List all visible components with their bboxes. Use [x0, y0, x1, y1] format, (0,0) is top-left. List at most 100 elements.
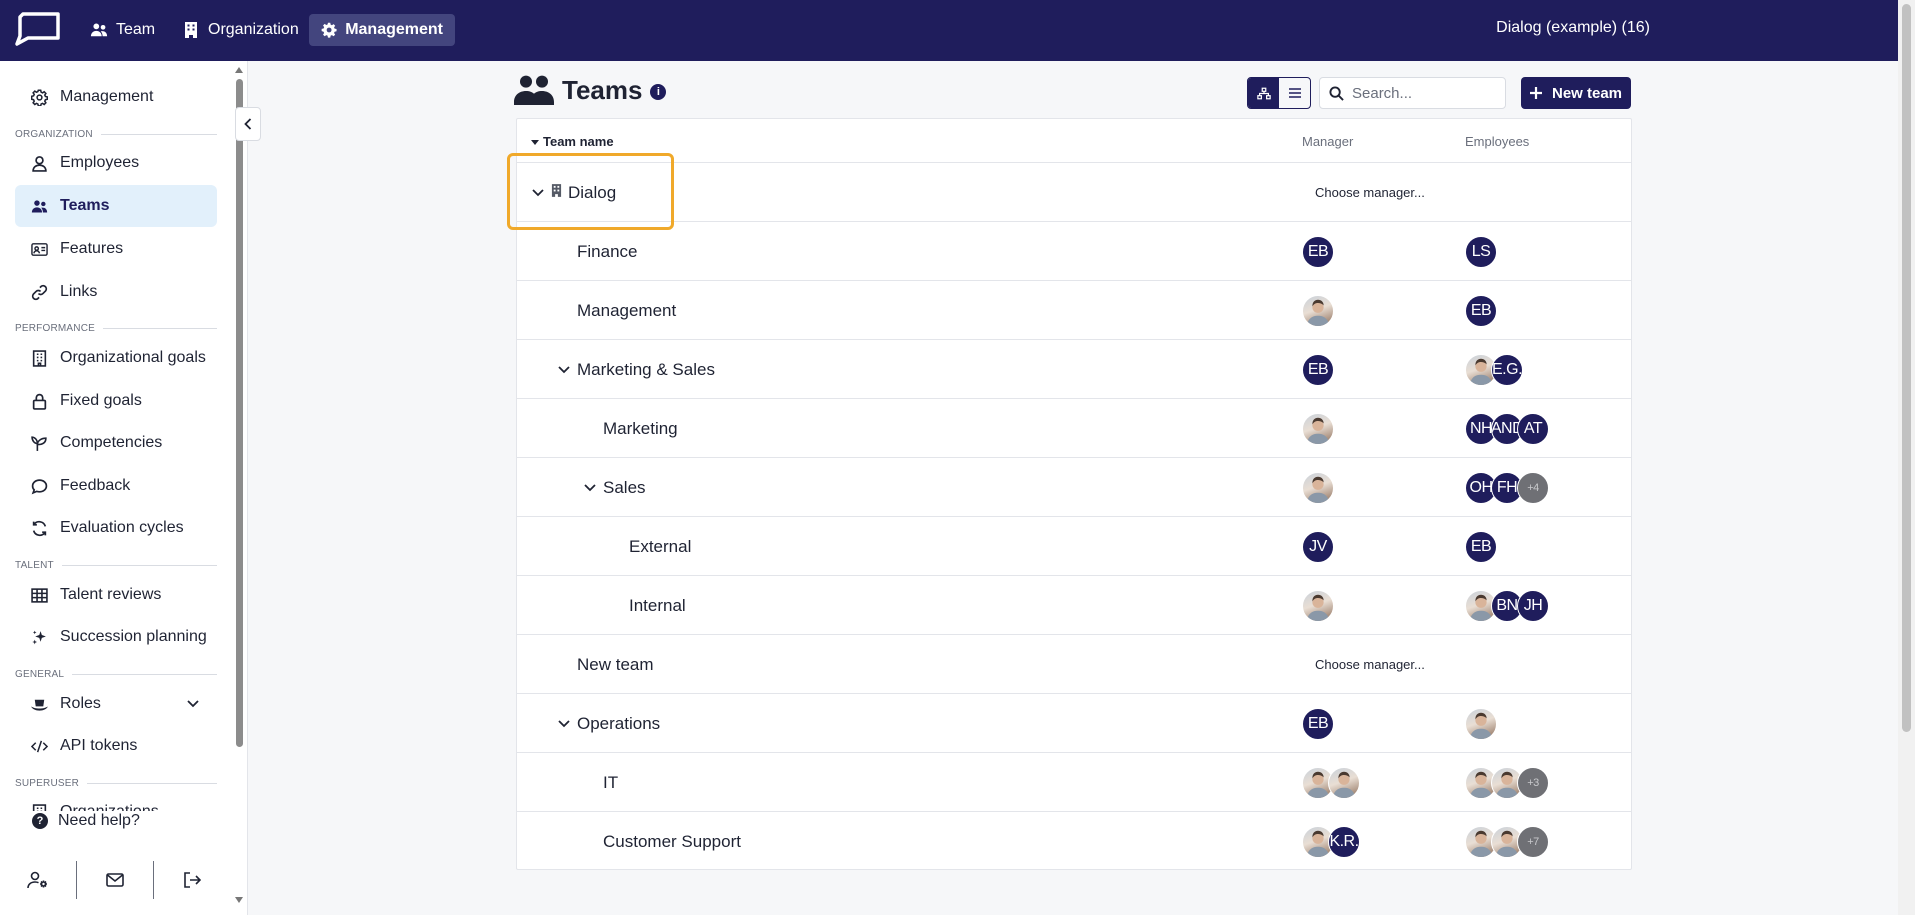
avatar-photo[interactable]	[1302, 413, 1334, 445]
team-name-cell: New team	[577, 655, 654, 675]
table-row[interactable]: Customer Support K.R. +7	[517, 812, 1631, 871]
avatar-photo[interactable]	[1302, 590, 1334, 622]
sidebar-item-teams[interactable]: Teams	[15, 185, 217, 227]
manager-avatars	[1302, 472, 1334, 504]
table-row[interactable]: Marketing & Sales EB E.G.	[517, 340, 1631, 399]
sidebar-item-competencies[interactable]: Competencies	[15, 422, 217, 464]
messages-button[interactable]	[77, 861, 153, 899]
user-settings-button[interactable]	[0, 861, 76, 899]
employee-avatars: +7	[1465, 826, 1549, 858]
chevron-down-icon[interactable]	[557, 363, 571, 377]
team-name[interactable]: Internal	[629, 596, 686, 616]
nav-organization[interactable]: Organization	[170, 14, 311, 46]
team-name-cell: Customer Support	[603, 832, 741, 852]
help-link[interactable]: ? Need help?	[32, 812, 140, 830]
sidebar-scroll-thumb[interactable]	[236, 79, 243, 747]
team-name[interactable]: Operations	[577, 714, 660, 734]
speech-bubble-icon	[31, 478, 48, 494]
avatar-photo[interactable]	[1328, 767, 1360, 799]
sidebar-item-links[interactable]: Links	[15, 271, 217, 313]
chevron-down-icon[interactable]	[531, 186, 545, 200]
avatar[interactable]: K.R.	[1328, 826, 1360, 858]
new-team-button[interactable]: New team	[1521, 77, 1631, 109]
team-name[interactable]: Management	[577, 301, 676, 321]
choose-manager-button[interactable]: Choose manager...	[1315, 657, 1425, 672]
chevron-down-icon[interactable]	[187, 700, 199, 708]
avatar[interactable]: EB	[1302, 708, 1334, 740]
tree-view-button[interactable]	[1248, 78, 1279, 108]
table-row[interactable]: New team Choose manager...	[517, 635, 1631, 694]
table-row[interactable]: Internal BN JH	[517, 576, 1631, 635]
chevron-left-icon	[244, 118, 252, 130]
avatar-photo[interactable]	[1465, 708, 1497, 740]
avatar-photo[interactable]	[1302, 472, 1334, 504]
team-name[interactable]: Dialog	[568, 183, 616, 203]
sidebar-item-talent-reviews[interactable]: Talent reviews	[15, 574, 217, 616]
table-row[interactable]: Operations EB	[517, 694, 1631, 753]
search-input[interactable]	[1352, 84, 1492, 102]
team-name[interactable]: New team	[577, 655, 654, 675]
avatar-overflow-count[interactable]: +7	[1517, 826, 1549, 858]
team-name[interactable]: Finance	[577, 242, 637, 262]
sidebar-item-organizations[interactable]: Organizations	[15, 791, 217, 811]
chevron-down-icon[interactable]	[557, 717, 571, 731]
page-scroll-thumb[interactable]	[1902, 4, 1911, 732]
plus-icon	[1529, 87, 1542, 99]
team-name[interactable]: Customer Support	[603, 832, 741, 852]
collapse-sidebar-button[interactable]	[235, 107, 261, 141]
sidebar-item-evaluation-cycles[interactable]: Evaluation cycles	[15, 507, 217, 549]
table-row[interactable]: Finance EB LS	[517, 222, 1631, 281]
envelope-icon	[106, 873, 124, 887]
avatar[interactable]: E.G.	[1491, 354, 1523, 386]
choose-manager-button[interactable]: Choose manager...	[1315, 185, 1425, 200]
scroll-up-arrow-icon[interactable]	[235, 67, 243, 73]
sidebar-item-employees[interactable]: Employees	[15, 142, 217, 184]
sidebar-scrollbar[interactable]	[234, 63, 244, 903]
table-row[interactable]: Sales OH FH +4	[517, 458, 1631, 517]
sidebar-item-feedback[interactable]: Feedback	[15, 465, 217, 507]
avatar-photo[interactable]	[1302, 295, 1334, 327]
avatar[interactable]: EB	[1302, 354, 1334, 386]
table-row[interactable]: IT +3	[517, 753, 1631, 812]
avatar[interactable]: EB	[1302, 236, 1334, 268]
nav-team[interactable]: Team	[78, 14, 167, 46]
sidebar-item-label: Roles	[60, 695, 101, 712]
sidebar-item-roles[interactable]: Roles	[15, 683, 217, 725]
avatar[interactable]: JV	[1302, 531, 1334, 563]
sidebar-footer	[0, 858, 232, 902]
team-name[interactable]: External	[629, 537, 691, 557]
sidebar-item-api-tokens[interactable]: API tokens	[15, 725, 217, 767]
avatar[interactable]: LS	[1465, 236, 1497, 268]
table-row[interactable]: External JV EB	[517, 517, 1631, 576]
avatar[interactable]: EB	[1465, 295, 1497, 327]
search-box[interactable]	[1319, 77, 1506, 109]
logout-button[interactable]	[154, 861, 230, 899]
team-name[interactable]: IT	[603, 773, 618, 793]
team-name[interactable]: Sales	[603, 478, 646, 498]
sidebar-item-succession-planning[interactable]: Succession planning	[15, 616, 217, 658]
table-row[interactable]: Management EB	[517, 281, 1631, 340]
sidebar-item-fixed-goals[interactable]: Fixed goals	[15, 380, 217, 422]
avatar-overflow-count[interactable]: +4	[1517, 472, 1549, 504]
column-team-name[interactable]: Team name	[531, 134, 614, 149]
avatar[interactable]: JH	[1517, 590, 1549, 622]
avatar-overflow-count[interactable]: +3	[1517, 767, 1549, 799]
app-logo[interactable]	[14, 12, 60, 46]
nav-management-label: Management	[345, 21, 443, 38]
sidebar-item-management[interactable]: Management	[15, 76, 217, 118]
page-scrollbar[interactable]	[1898, 0, 1915, 915]
table-row[interactable]: Marketing NH AND AT	[517, 399, 1631, 458]
nav-management[interactable]: Management	[309, 14, 455, 46]
avatar[interactable]: EB	[1465, 531, 1497, 563]
table-row[interactable]: Dialog Choose manager...	[517, 163, 1631, 222]
team-name[interactable]: Marketing & Sales	[577, 360, 715, 380]
organization-selector[interactable]: Dialog (example) (16)	[1496, 19, 1650, 37]
sidebar-item-features[interactable]: Features	[15, 228, 217, 270]
sidebar-item-organizational-goals[interactable]: Organizational goals	[15, 337, 217, 379]
scroll-down-arrow-icon[interactable]	[235, 897, 243, 903]
info-icon[interactable]: i	[650, 84, 667, 100]
team-name[interactable]: Marketing	[603, 419, 678, 439]
list-view-button[interactable]	[1279, 78, 1310, 108]
avatar[interactable]: AT	[1517, 413, 1549, 445]
chevron-down-icon[interactable]	[583, 481, 597, 495]
